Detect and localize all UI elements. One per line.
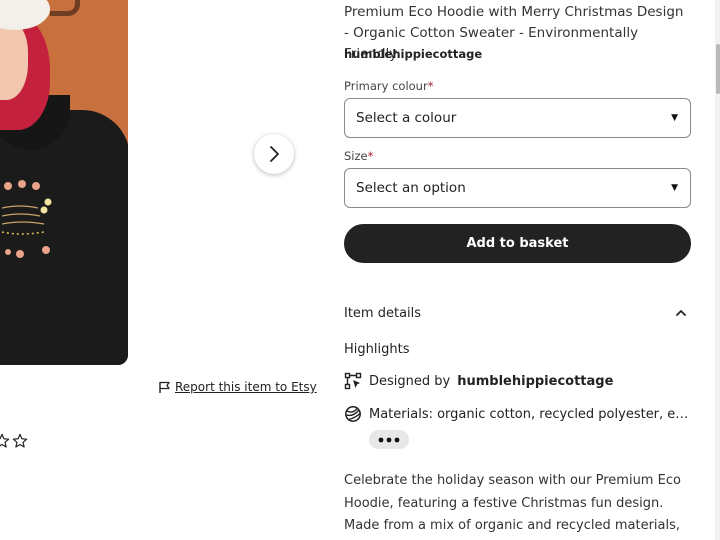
item-details-toggle[interactable]: Item details xyxy=(344,303,691,323)
designed-by-label: Designed by xyxy=(369,373,451,389)
materials-row: Materials: organic cotton, recycled poly… xyxy=(344,405,691,423)
size-label-text: Size xyxy=(344,149,368,163)
materials-text: Materials: organic cotton, recycled poly… xyxy=(369,406,691,422)
shop-name-link[interactable]: humblehippiecottage xyxy=(344,47,482,61)
highlights-heading: Highlights xyxy=(344,342,410,357)
chevron-up-icon xyxy=(676,310,686,316)
flag-icon xyxy=(159,381,170,393)
report-item-label: Report this item to Etsy xyxy=(175,380,317,394)
report-item-link[interactable]: Report this item to Etsy xyxy=(158,380,317,394)
primary-colour-label: Primary colour* xyxy=(344,79,433,93)
add-to-basket-button[interactable]: Add to basket xyxy=(344,224,691,263)
designed-by-row: Designed by humblehippiecottage xyxy=(344,372,613,390)
more-dots-icon xyxy=(378,437,400,442)
next-image-button[interactable] xyxy=(254,134,294,174)
star-outline-icon xyxy=(12,433,28,448)
scrollbar-thumb[interactable] xyxy=(716,44,720,94)
primary-colour-selected: Select a colour xyxy=(356,110,457,126)
star-outline-icon xyxy=(0,433,10,448)
size-label: Size* xyxy=(344,149,373,163)
product-page: Report this item to Etsy Premium Eco Hoo… xyxy=(0,0,720,540)
show-more-button[interactable] xyxy=(369,430,409,449)
primary-colour-select[interactable]: Select a colour ▼ xyxy=(344,98,691,138)
item-details-heading: Item details xyxy=(344,305,422,321)
chevron-right-icon xyxy=(270,146,279,162)
caret-down-icon: ▼ xyxy=(671,113,678,123)
caret-down-icon: ▼ xyxy=(671,183,678,193)
rating-stars[interactable] xyxy=(0,433,28,449)
christmas-print-graphic xyxy=(1,180,52,258)
size-selected: Select an option xyxy=(356,180,466,196)
primary-colour-label-text: Primary colour xyxy=(344,79,428,93)
designed-by-shop[interactable]: humblehippiecottage xyxy=(457,374,613,389)
page-scrollbar[interactable] xyxy=(715,0,720,540)
required-mark: * xyxy=(367,149,374,163)
product-image[interactable] xyxy=(0,0,128,365)
size-select[interactable]: Select an option ▼ xyxy=(344,168,691,208)
item-description: Celebrate the holiday season with our Pr… xyxy=(344,473,681,533)
antler-graphic xyxy=(50,0,80,16)
required-mark: * xyxy=(427,79,434,93)
design-tool-icon xyxy=(344,372,362,390)
hat-graphic xyxy=(0,0,50,30)
yarn-ball-icon xyxy=(345,406,361,422)
